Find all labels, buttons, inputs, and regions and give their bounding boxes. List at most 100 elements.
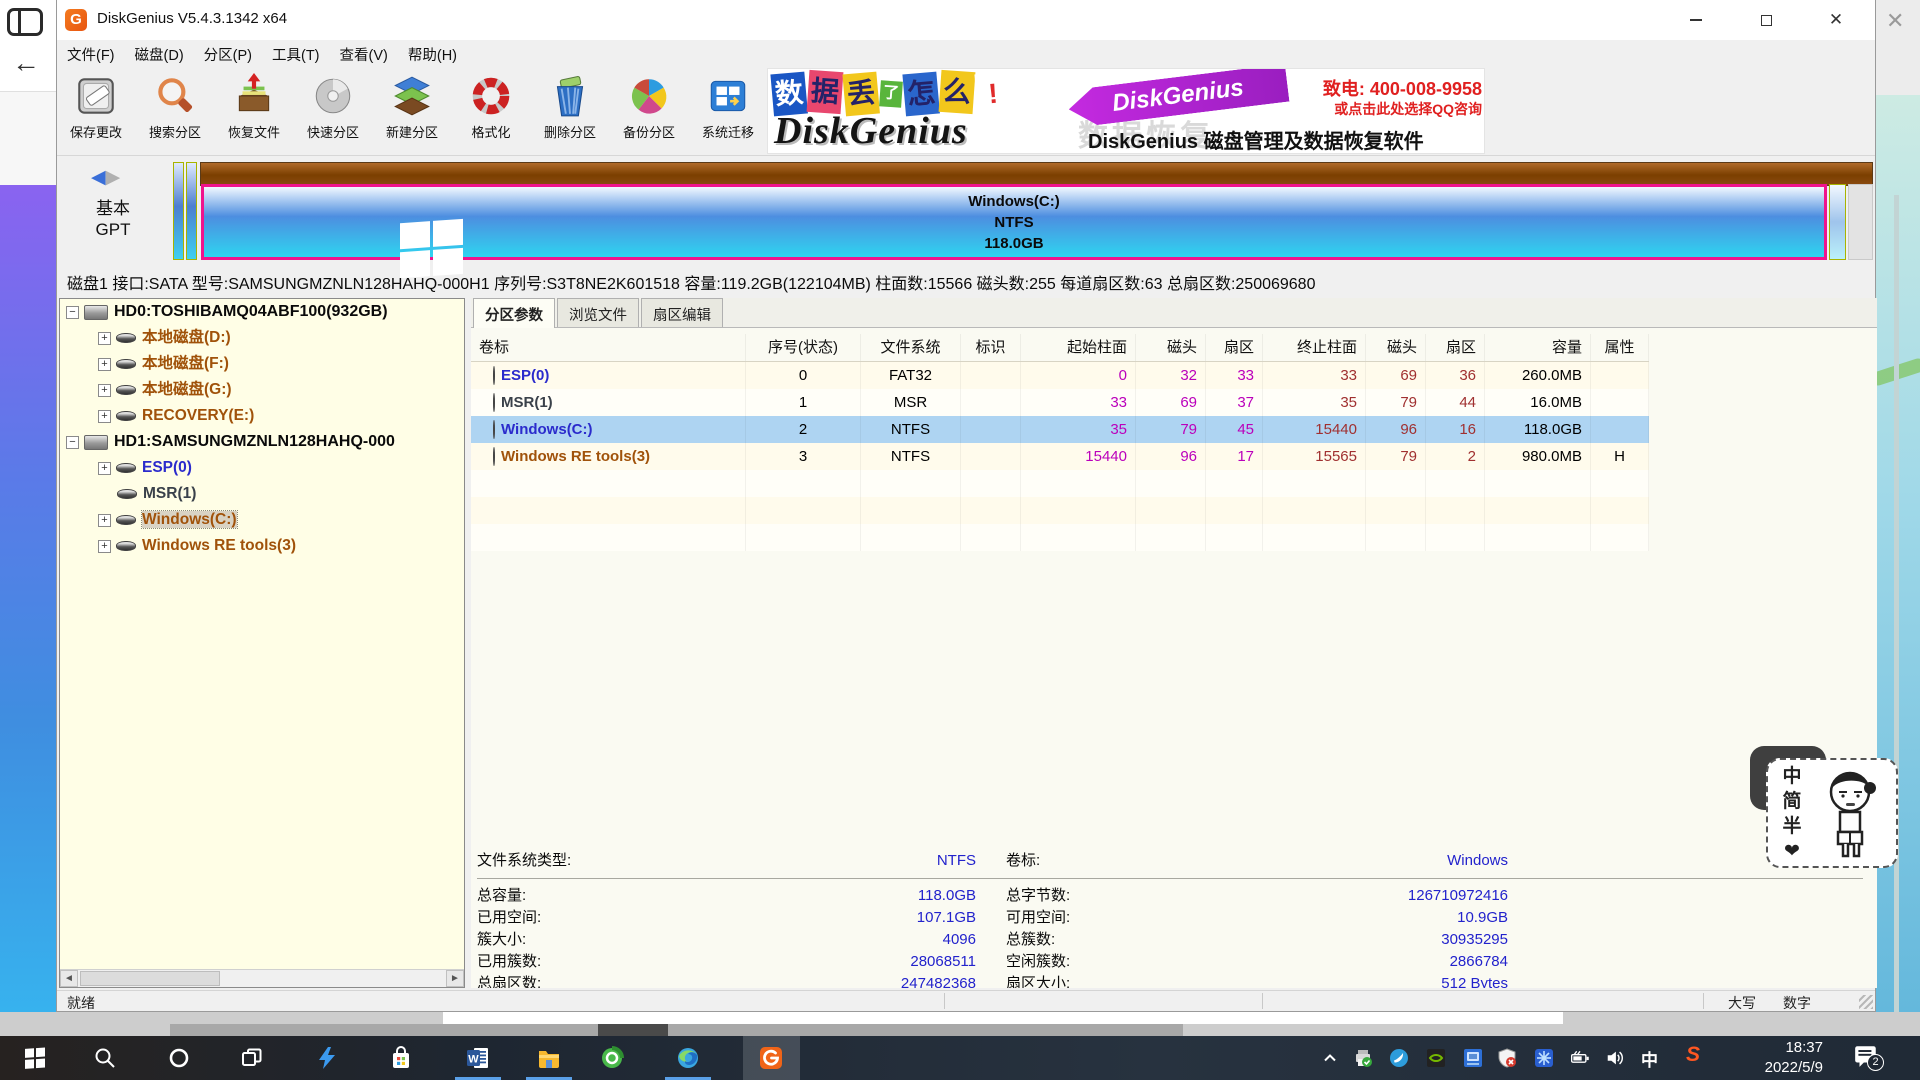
taskbar-app-browser-360-icon[interactable] [600, 1046, 624, 1070]
tree-horizontal-scrollbar[interactable]: ◄ ► [60, 969, 464, 987]
taskbar-app-diskgenius-icon[interactable] [759, 1046, 783, 1070]
tree-item-esp-0-[interactable]: +ESP(0) [60, 455, 464, 481]
column-header[interactable]: 扇区 [1206, 334, 1263, 361]
tray-snowflake-icon[interactable] [1534, 1048, 1554, 1068]
toolbar-button-quick-partition[interactable]: 快速分区 [296, 71, 370, 151]
ad-banner[interactable]: 数据丢了怎么! DiskGenius 数据恢复 DiskGenius 致电: 4… [767, 68, 1485, 154]
tray-printer-icon[interactable] [1353, 1048, 1373, 1068]
toolbar-button-delete-partition[interactable]: 删除分区 [533, 71, 607, 151]
back-arrow-icon[interactable]: ← [12, 48, 40, 78]
toolbar-button-search[interactable]: 搜索分区 [138, 71, 212, 151]
column-header[interactable]: 磁头 [1136, 334, 1206, 361]
column-header[interactable]: 标识 [961, 334, 1021, 361]
notification-center-icon[interactable]: 2 [1853, 1044, 1883, 1072]
tree-item-windows-re-tools-3-[interactable]: +Windows RE tools(3) [60, 533, 464, 559]
column-header[interactable]: 序号(状态) [746, 334, 861, 361]
tab-browse-files[interactable]: 浏览文件 [557, 298, 639, 327]
tray-battery-icon[interactable] [1570, 1048, 1590, 1068]
tree-item-msr-1-[interactable]: MSR(1) [60, 481, 464, 507]
taskbar-clock[interactable]: 18:37 2022/5/9 [1700, 1038, 1823, 1078]
taskbar-app-store-icon[interactable] [389, 1046, 413, 1070]
tree-item-hd1-samsungmznln128hahq-000[interactable]: −HD1:SAMSUNGMZNLN128HAHQ-000 [60, 429, 464, 455]
tree-item-windows-c-[interactable]: +Windows(C:) [60, 507, 464, 533]
scroll-right-icon[interactable]: ► [446, 970, 464, 987]
tree-item--d-[interactable]: +本地磁盘(D:) [60, 325, 464, 351]
menu-item-1[interactable]: 文件(F) [57, 40, 125, 69]
toolbar: 数据丢了怎么! DiskGenius 数据恢复 DiskGenius 致电: 4… [57, 68, 1875, 156]
re-tools-partition-bar[interactable] [1829, 184, 1846, 260]
background-scrollbar[interactable] [1894, 195, 1899, 1080]
toolbar-button-recover[interactable]: 恢复文件 [217, 71, 291, 151]
selected-partition-bar[interactable]: Windows(C:) NTFS 118.0GB [201, 184, 1827, 260]
expand-icon[interactable]: + [98, 384, 111, 397]
taskbar-app-thunder-icon[interactable] [315, 1046, 339, 1070]
toolbar-button-new-partition[interactable]: 新建分区 [375, 71, 449, 151]
maximize-button[interactable] [1737, 0, 1795, 40]
ad-qq-link[interactable]: 或点击此处选择QQ咨询 [1296, 99, 1482, 119]
ad-logo-text: DiskGenius [774, 109, 968, 153]
column-header[interactable]: 容量 [1485, 334, 1591, 361]
title-bar[interactable]: G DiskGenius V5.4.3.1342 x64 ✕ [57, 0, 1875, 40]
toolbar-button-format[interactable]: 格式化 [454, 71, 528, 151]
tab-partition-params[interactable]: 分区参数 [473, 298, 555, 328]
column-header[interactable]: 起始柱面 [1021, 334, 1136, 361]
column-header[interactable]: 属性 [1591, 334, 1649, 361]
tree-item-hd0-toshibamq04abf100-932gb-[interactable]: −HD0:TOSHIBAMQ04ABF100(932GB) [60, 299, 464, 325]
column-header[interactable]: 卷标 [471, 334, 746, 361]
collapse-icon[interactable]: − [66, 306, 79, 319]
expand-icon[interactable]: + [98, 332, 111, 345]
menu-item-2[interactable]: 磁盘(D) [125, 40, 194, 69]
expand-icon[interactable]: + [98, 358, 111, 371]
tray-intel-graphics-icon[interactable] [1463, 1048, 1483, 1068]
ime-indicator[interactable]: 中 [1641, 1046, 1658, 1071]
column-header[interactable]: 文件系统 [861, 334, 961, 361]
menu-item-4[interactable]: 工具(T) [262, 40, 330, 69]
taskbar-app-explorer-icon[interactable] [537, 1046, 561, 1070]
table-row-msr-1-[interactable]: MSR(1)1MSR33693735794416.0MB [471, 389, 1649, 416]
collapse-icon[interactable]: − [66, 436, 79, 449]
expand-icon[interactable]: + [98, 514, 111, 527]
tray-chevron-up-icon[interactable] [1320, 1048, 1340, 1068]
taskbar-app-word-icon[interactable]: W [466, 1046, 490, 1070]
tray-volume-icon[interactable] [1605, 1048, 1625, 1068]
scroll-left-icon[interactable]: ◄ [60, 970, 78, 987]
scrollbar-thumb[interactable] [80, 971, 220, 986]
resize-grip[interactable] [1859, 995, 1873, 1009]
sidebar-toggle-icon[interactable] [7, 8, 43, 36]
taskbar-app-start-icon[interactable] [23, 1046, 47, 1070]
table-row-esp-0-[interactable]: ESP(0)0FAT3203233336936260.0MB [471, 362, 1649, 389]
menu-item-3[interactable]: 分区(P) [194, 40, 262, 69]
column-header[interactable]: 终止柱面 [1263, 334, 1366, 361]
msr-partition-bar[interactable] [186, 162, 197, 260]
taskbar-app-task-view-icon[interactable] [240, 1046, 264, 1070]
disk-nav-arrows[interactable]: ◀▶ [91, 166, 135, 192]
toolbar-button-backup-partition[interactable]: 备份分区 [612, 71, 686, 151]
column-header[interactable]: 扇区 [1426, 334, 1485, 361]
menu-item-5[interactable]: 查看(V) [330, 40, 398, 69]
expand-icon[interactable]: + [98, 410, 111, 423]
column-header[interactable]: 磁头 [1366, 334, 1426, 361]
tray-security-shield-icon[interactable] [1497, 1048, 1517, 1068]
table-row-windows-c-[interactable]: Windows(C:)2NTFS357945154409616118.0GB [471, 416, 1649, 443]
toolbar-button-system-migrate[interactable]: 系统迁移 [691, 71, 765, 151]
tab-sector-edit[interactable]: 扇区编辑 [641, 298, 723, 327]
ime-floating-widget[interactable]: 中简半❤ [1766, 758, 1898, 868]
toolbar-button-save[interactable]: 保存更改 [59, 71, 133, 151]
esp-partition-bar[interactable] [173, 162, 184, 260]
tree-item--f-[interactable]: +本地磁盘(F:) [60, 351, 464, 377]
sogou-icon[interactable]: S [1686, 1043, 1700, 1067]
table-row-windows-re-tools-3-[interactable]: Windows RE tools(3)3NTFS1544096171556579… [471, 443, 1649, 470]
minimize-button[interactable] [1667, 0, 1725, 40]
background-close-icon[interactable]: ✕ [1886, 8, 1904, 34]
expand-icon[interactable]: + [98, 540, 111, 553]
tray-messenger-icon[interactable] [1389, 1048, 1409, 1068]
expand-icon[interactable]: + [98, 462, 111, 475]
tree-item--g-[interactable]: +本地磁盘(G:) [60, 377, 464, 403]
close-button[interactable]: ✕ [1807, 0, 1865, 40]
taskbar-app-edge-icon[interactable] [676, 1046, 700, 1070]
taskbar-app-cortana-icon[interactable] [167, 1046, 191, 1070]
tray-nvidia-icon[interactable] [1426, 1048, 1446, 1068]
tree-item-recovery-e-[interactable]: +RECOVERY(E:) [60, 403, 464, 429]
menu-item-6[interactable]: 帮助(H) [398, 40, 467, 69]
taskbar-app-search-icon[interactable] [93, 1046, 117, 1070]
